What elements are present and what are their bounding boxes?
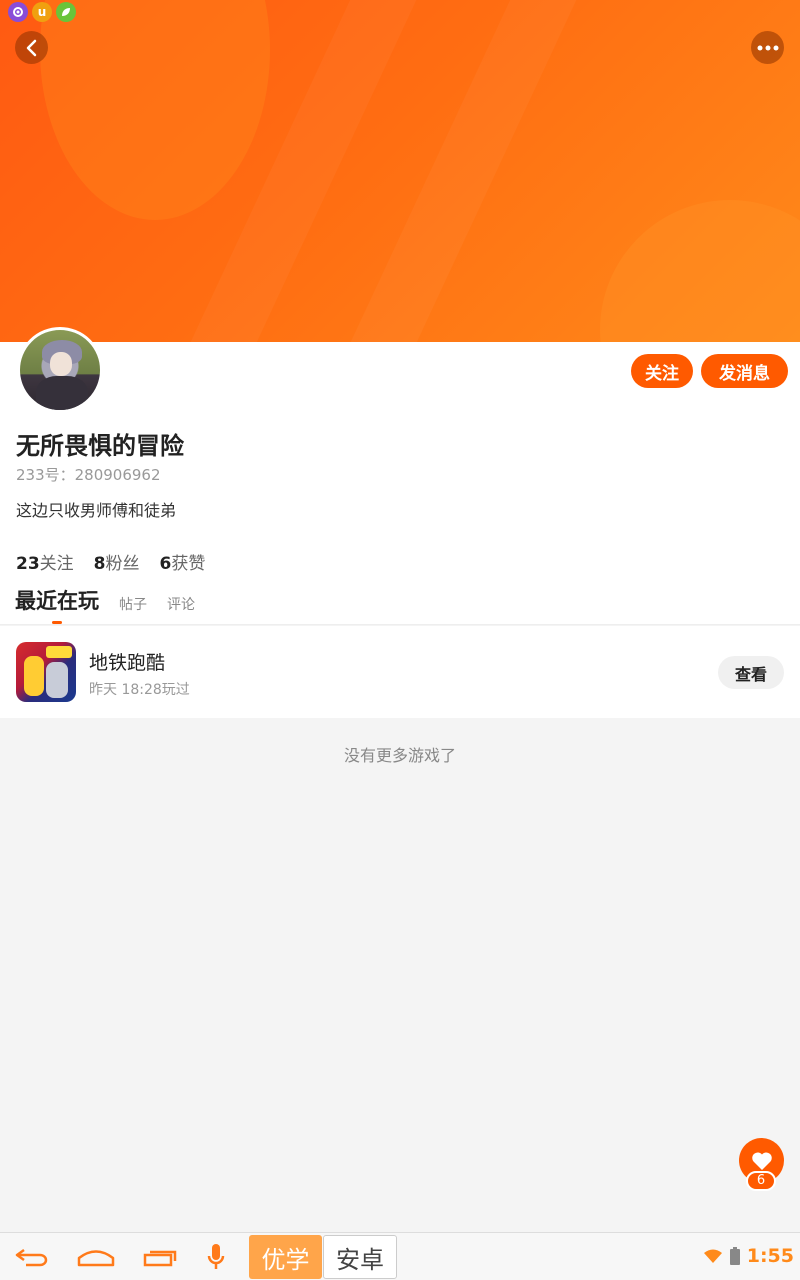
game-last-played: 昨天 18:28玩过 xyxy=(89,682,190,698)
tab-comments[interactable]: 评论 xyxy=(167,594,195,614)
active-tab-indicator xyxy=(52,621,62,624)
list-end-text: 没有更多游戏了 xyxy=(343,746,456,765)
system-nav-bar: 优学 安卓 1:55 xyxy=(0,1232,800,1280)
battery-icon xyxy=(729,1247,740,1265)
tab-recently-played[interactable]: 最近在玩 xyxy=(15,585,99,615)
profile-section: 关注 发消息 无所畏惧的冒险 233号：280906962 这边只收男师傅和徒弟… xyxy=(0,327,800,625)
system-recents-button[interactable] xyxy=(140,1243,180,1271)
stat-likes[interactable]: 6获赞 xyxy=(160,549,206,574)
profile-tabs: 最近在玩 帖子 评论 xyxy=(0,586,800,625)
heart-icon xyxy=(751,1151,772,1170)
avatar[interactable] xyxy=(17,327,103,413)
system-back-button[interactable] xyxy=(12,1243,52,1271)
stat-fans[interactable]: 8粉丝 xyxy=(94,549,140,574)
chevron-left-icon xyxy=(26,39,36,56)
game-icon xyxy=(16,642,76,702)
like-count-badge: 6 xyxy=(746,1171,776,1191)
microphone-icon xyxy=(207,1244,225,1269)
banner-decoration xyxy=(40,0,270,220)
more-dots-icon xyxy=(757,45,778,50)
list-item[interactable]: 地铁跑酷 昨天 18:28玩过 查看 xyxy=(0,626,800,718)
home-icon xyxy=(77,1250,115,1267)
u-app-icon: u xyxy=(32,2,52,22)
ime-android-button[interactable]: 安卓 xyxy=(323,1235,397,1279)
voice-input-button[interactable] xyxy=(196,1243,236,1271)
back-button[interactable] xyxy=(15,31,48,64)
ime-youxue-button[interactable]: 优学 xyxy=(249,1235,322,1279)
system-home-button[interactable] xyxy=(76,1243,116,1271)
user-id: 233号：280906962 xyxy=(16,466,161,484)
tab-posts[interactable]: 帖子 xyxy=(119,594,147,614)
user-bio: 这边只收男师傅和徒弟 xyxy=(16,501,177,520)
game-name: 地铁跑酷 xyxy=(89,652,166,674)
send-message-button[interactable]: 发消息 xyxy=(701,354,788,388)
gear-app-icon xyxy=(8,2,28,22)
wifi-icon xyxy=(703,1249,722,1263)
profile-stats: 23关注 8粉丝 6获赞 xyxy=(16,549,205,574)
banner-decoration xyxy=(600,200,800,342)
system-status: 1:55 xyxy=(703,1245,794,1267)
more-button[interactable] xyxy=(751,31,784,64)
follow-button[interactable]: 关注 xyxy=(631,354,693,388)
back-arrow-icon xyxy=(15,1248,48,1267)
leaf-app-icon xyxy=(56,2,76,22)
clock: 1:55 xyxy=(746,1245,794,1267)
recent-apps-icon xyxy=(143,1250,177,1267)
username: 无所畏惧的冒险 xyxy=(16,432,184,460)
status-bar-app-icons: u xyxy=(8,2,76,22)
stat-following[interactable]: 23关注 xyxy=(16,549,74,574)
profile-banner: u xyxy=(0,0,800,342)
view-game-button[interactable]: 查看 xyxy=(718,656,784,689)
